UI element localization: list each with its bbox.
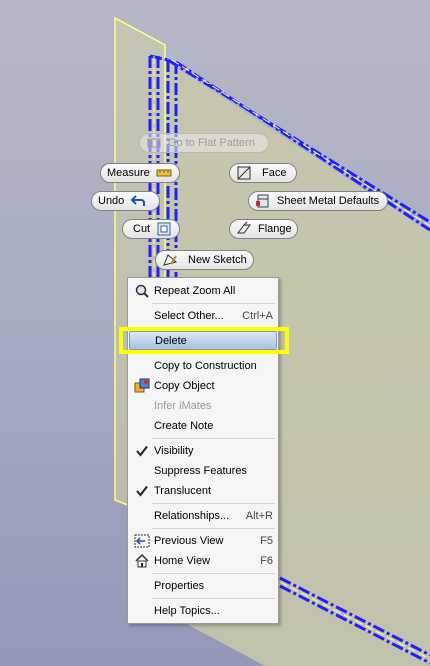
menu-shortcut: F5 bbox=[260, 534, 273, 547]
home-icon bbox=[133, 552, 150, 569]
measure-label: Measure bbox=[107, 167, 150, 179]
cut-button[interactable]: Cut bbox=[122, 219, 180, 239]
menu-label: Translucent bbox=[154, 484, 212, 497]
menu-item-copy-to-construction[interactable]: Copy to Construction bbox=[129, 356, 277, 375]
cut-icon bbox=[156, 221, 172, 237]
face-label: Face bbox=[262, 167, 287, 179]
menu-item-help-topics[interactable]: Help Topics... bbox=[129, 601, 277, 620]
undo-arrow-icon bbox=[130, 193, 146, 209]
menu-label: Copy to Construction bbox=[154, 359, 257, 372]
face-button[interactable]: Face bbox=[229, 163, 297, 183]
undo-label: Undo bbox=[98, 195, 125, 207]
menu-item-properties[interactable]: Properties bbox=[129, 576, 277, 595]
flat-pattern-icon bbox=[146, 135, 162, 151]
menu-shortcut: Alt+R bbox=[245, 509, 273, 522]
menu-label: Previous View bbox=[154, 534, 224, 547]
undo-button[interactable]: Undo bbox=[91, 191, 160, 211]
measure-button[interactable]: Measure bbox=[100, 163, 180, 183]
copy-object-icon bbox=[133, 377, 150, 394]
menu-separator bbox=[152, 528, 275, 529]
menu-shortcut: F6 bbox=[260, 554, 273, 567]
menu-item-select-other[interactable]: Select Other... Ctrl+A bbox=[129, 306, 277, 325]
flange-label: Flange bbox=[258, 223, 292, 235]
menu-separator bbox=[152, 573, 275, 574]
menu-label: Select Other... bbox=[154, 309, 224, 322]
checkmark-icon bbox=[133, 482, 150, 499]
new-sketch-button[interactable]: New Sketch bbox=[155, 250, 254, 270]
menu-label: Copy Object bbox=[154, 379, 215, 392]
menu-label: Properties bbox=[154, 579, 205, 592]
face-icon bbox=[236, 165, 252, 181]
menu-shortcut: Ctrl+A bbox=[242, 309, 273, 322]
menu-separator bbox=[152, 598, 275, 599]
flange-button[interactable]: Flange bbox=[229, 219, 298, 239]
menu-item-repeat-zoom-all[interactable]: Repeat Zoom All bbox=[129, 281, 277, 300]
menu-item-visibility[interactable]: Visibility bbox=[129, 441, 277, 460]
go-to-flat-pattern-button[interactable]: Go to Flat Pattern bbox=[139, 133, 269, 153]
highlight-annotation-box bbox=[119, 327, 289, 354]
sheet-metal-defaults-icon bbox=[255, 193, 271, 209]
checkmark-icon bbox=[133, 442, 150, 459]
go-to-flat-pattern-label: Go to Flat Pattern bbox=[168, 137, 255, 149]
menu-separator bbox=[152, 303, 275, 304]
menu-label: Home View bbox=[154, 554, 211, 567]
menu-item-create-note[interactable]: Create Note bbox=[129, 416, 277, 435]
ruler-icon bbox=[156, 165, 172, 181]
flange-icon bbox=[236, 221, 252, 237]
new-sketch-icon bbox=[162, 252, 178, 268]
sheet-metal-defaults-button[interactable]: Sheet Metal Defaults bbox=[248, 191, 388, 211]
menu-item-previous-view[interactable]: Previous View F5 bbox=[129, 531, 277, 550]
previous-view-icon bbox=[133, 532, 150, 549]
cut-label: Cut bbox=[133, 223, 151, 235]
menu-label: Visibility bbox=[154, 444, 194, 457]
menu-label: Help Topics... bbox=[154, 604, 220, 617]
menu-item-infer-imates: Infer iMates bbox=[129, 396, 277, 415]
menu-item-suppress-features[interactable]: Suppress Features bbox=[129, 461, 277, 480]
menu-label: Repeat Zoom All bbox=[154, 284, 236, 297]
menu-label: Suppress Features bbox=[154, 464, 247, 477]
menu-label: Create Note bbox=[154, 419, 214, 432]
new-sketch-label: New Sketch bbox=[188, 254, 247, 266]
zoom-icon bbox=[133, 282, 150, 299]
menu-item-copy-object[interactable]: Copy Object bbox=[129, 376, 277, 395]
menu-item-translucent[interactable]: Translucent bbox=[129, 481, 277, 500]
menu-item-relationships[interactable]: Relationships... Alt+R bbox=[129, 506, 277, 525]
menu-separator bbox=[152, 503, 275, 504]
menu-label: Infer iMates bbox=[154, 399, 212, 412]
menu-separator bbox=[152, 438, 275, 439]
menu-item-home-view[interactable]: Home View F6 bbox=[129, 551, 277, 570]
graphics-viewport[interactable]: Go to Flat Pattern Measure Face Undo She… bbox=[0, 0, 430, 666]
menu-label: Relationships... bbox=[154, 509, 230, 522]
sheet-metal-defaults-label: Sheet Metal Defaults bbox=[277, 195, 380, 207]
